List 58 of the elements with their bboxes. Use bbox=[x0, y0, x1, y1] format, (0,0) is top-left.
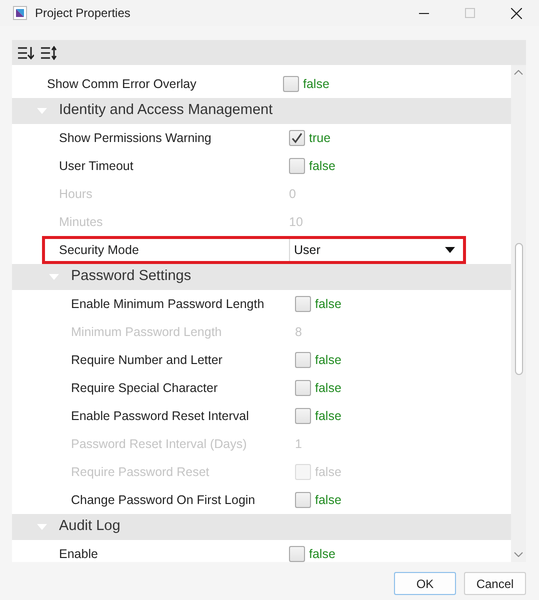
value-text: false bbox=[309, 546, 336, 562]
value-text: 10 bbox=[289, 214, 303, 231]
scrollbar-thumb[interactable] bbox=[515, 243, 523, 375]
cancel-button[interactable]: Cancel bbox=[464, 572, 526, 595]
expanded-arrow-icon bbox=[49, 274, 59, 280]
scroll-up-icon[interactable] bbox=[514, 70, 523, 75]
value-text: false bbox=[315, 408, 342, 425]
minimize-icon[interactable] bbox=[419, 12, 429, 14]
value-text: 8 bbox=[295, 324, 302, 341]
group-header[interactable]: Password Settings bbox=[12, 264, 511, 290]
group-header[interactable]: Audit Log bbox=[12, 514, 511, 540]
group-header[interactable]: Identity and Access Management bbox=[12, 98, 511, 124]
property-label: Enable Minimum Password Length bbox=[71, 296, 264, 311]
ok-button[interactable]: OK bbox=[394, 572, 456, 595]
property-label: Enable Password Reset Interval bbox=[71, 408, 249, 423]
checkbox[interactable] bbox=[295, 380, 311, 396]
value-text: false bbox=[315, 380, 342, 397]
checkbox[interactable] bbox=[295, 352, 311, 368]
property-label: Enable bbox=[59, 546, 98, 561]
property-label: Require Special Character bbox=[71, 380, 218, 395]
property-label: User Timeout bbox=[59, 158, 134, 173]
value-text: 1 bbox=[295, 436, 302, 453]
property-label: Security Mode bbox=[59, 242, 139, 257]
checkbox[interactable] bbox=[295, 408, 311, 424]
property-label: Password Reset Interval (Days) bbox=[71, 436, 247, 451]
value-text: true bbox=[309, 130, 331, 147]
value-text: false bbox=[315, 464, 342, 481]
close-icon[interactable] bbox=[510, 8, 522, 18]
checkbox[interactable] bbox=[295, 492, 311, 508]
value-text: false bbox=[303, 76, 330, 93]
checkbox[interactable] bbox=[289, 158, 305, 174]
property-label: Show Permissions Warning bbox=[59, 130, 212, 145]
expanded-arrow-icon bbox=[37, 108, 47, 114]
maximize-icon bbox=[465, 8, 475, 18]
property-label: Change Password On First Login bbox=[71, 492, 256, 507]
property-label: Minutes bbox=[59, 214, 103, 229]
window-title: Project Properties bbox=[35, 5, 130, 22]
checkbox[interactable] bbox=[283, 76, 299, 92]
sort-down-icon[interactable] bbox=[18, 46, 34, 60]
value-text: false bbox=[315, 352, 342, 369]
checkbox[interactable] bbox=[295, 296, 311, 312]
sort-updown-icon[interactable] bbox=[41, 46, 57, 60]
scroll-down-icon[interactable] bbox=[514, 552, 523, 557]
value-text: 0 bbox=[289, 186, 296, 203]
dropdown-arrow-icon bbox=[445, 247, 455, 253]
value-text: false bbox=[315, 296, 342, 313]
property-label: Show Comm Error Overlay bbox=[47, 76, 196, 91]
property-label: Minimum Password Length bbox=[71, 324, 222, 339]
value-text: false bbox=[309, 158, 336, 175]
scrollbar[interactable] bbox=[511, 65, 526, 562]
property-label: Hours bbox=[59, 186, 92, 201]
value-text: false bbox=[315, 492, 342, 509]
checkbox[interactable] bbox=[289, 546, 305, 562]
expanded-arrow-icon bbox=[37, 524, 47, 530]
property-label: Require Password Reset bbox=[71, 464, 210, 479]
app-logo-icon bbox=[13, 6, 27, 20]
checkbox[interactable] bbox=[289, 130, 305, 146]
property-label: Require Number and Letter bbox=[71, 352, 222, 367]
